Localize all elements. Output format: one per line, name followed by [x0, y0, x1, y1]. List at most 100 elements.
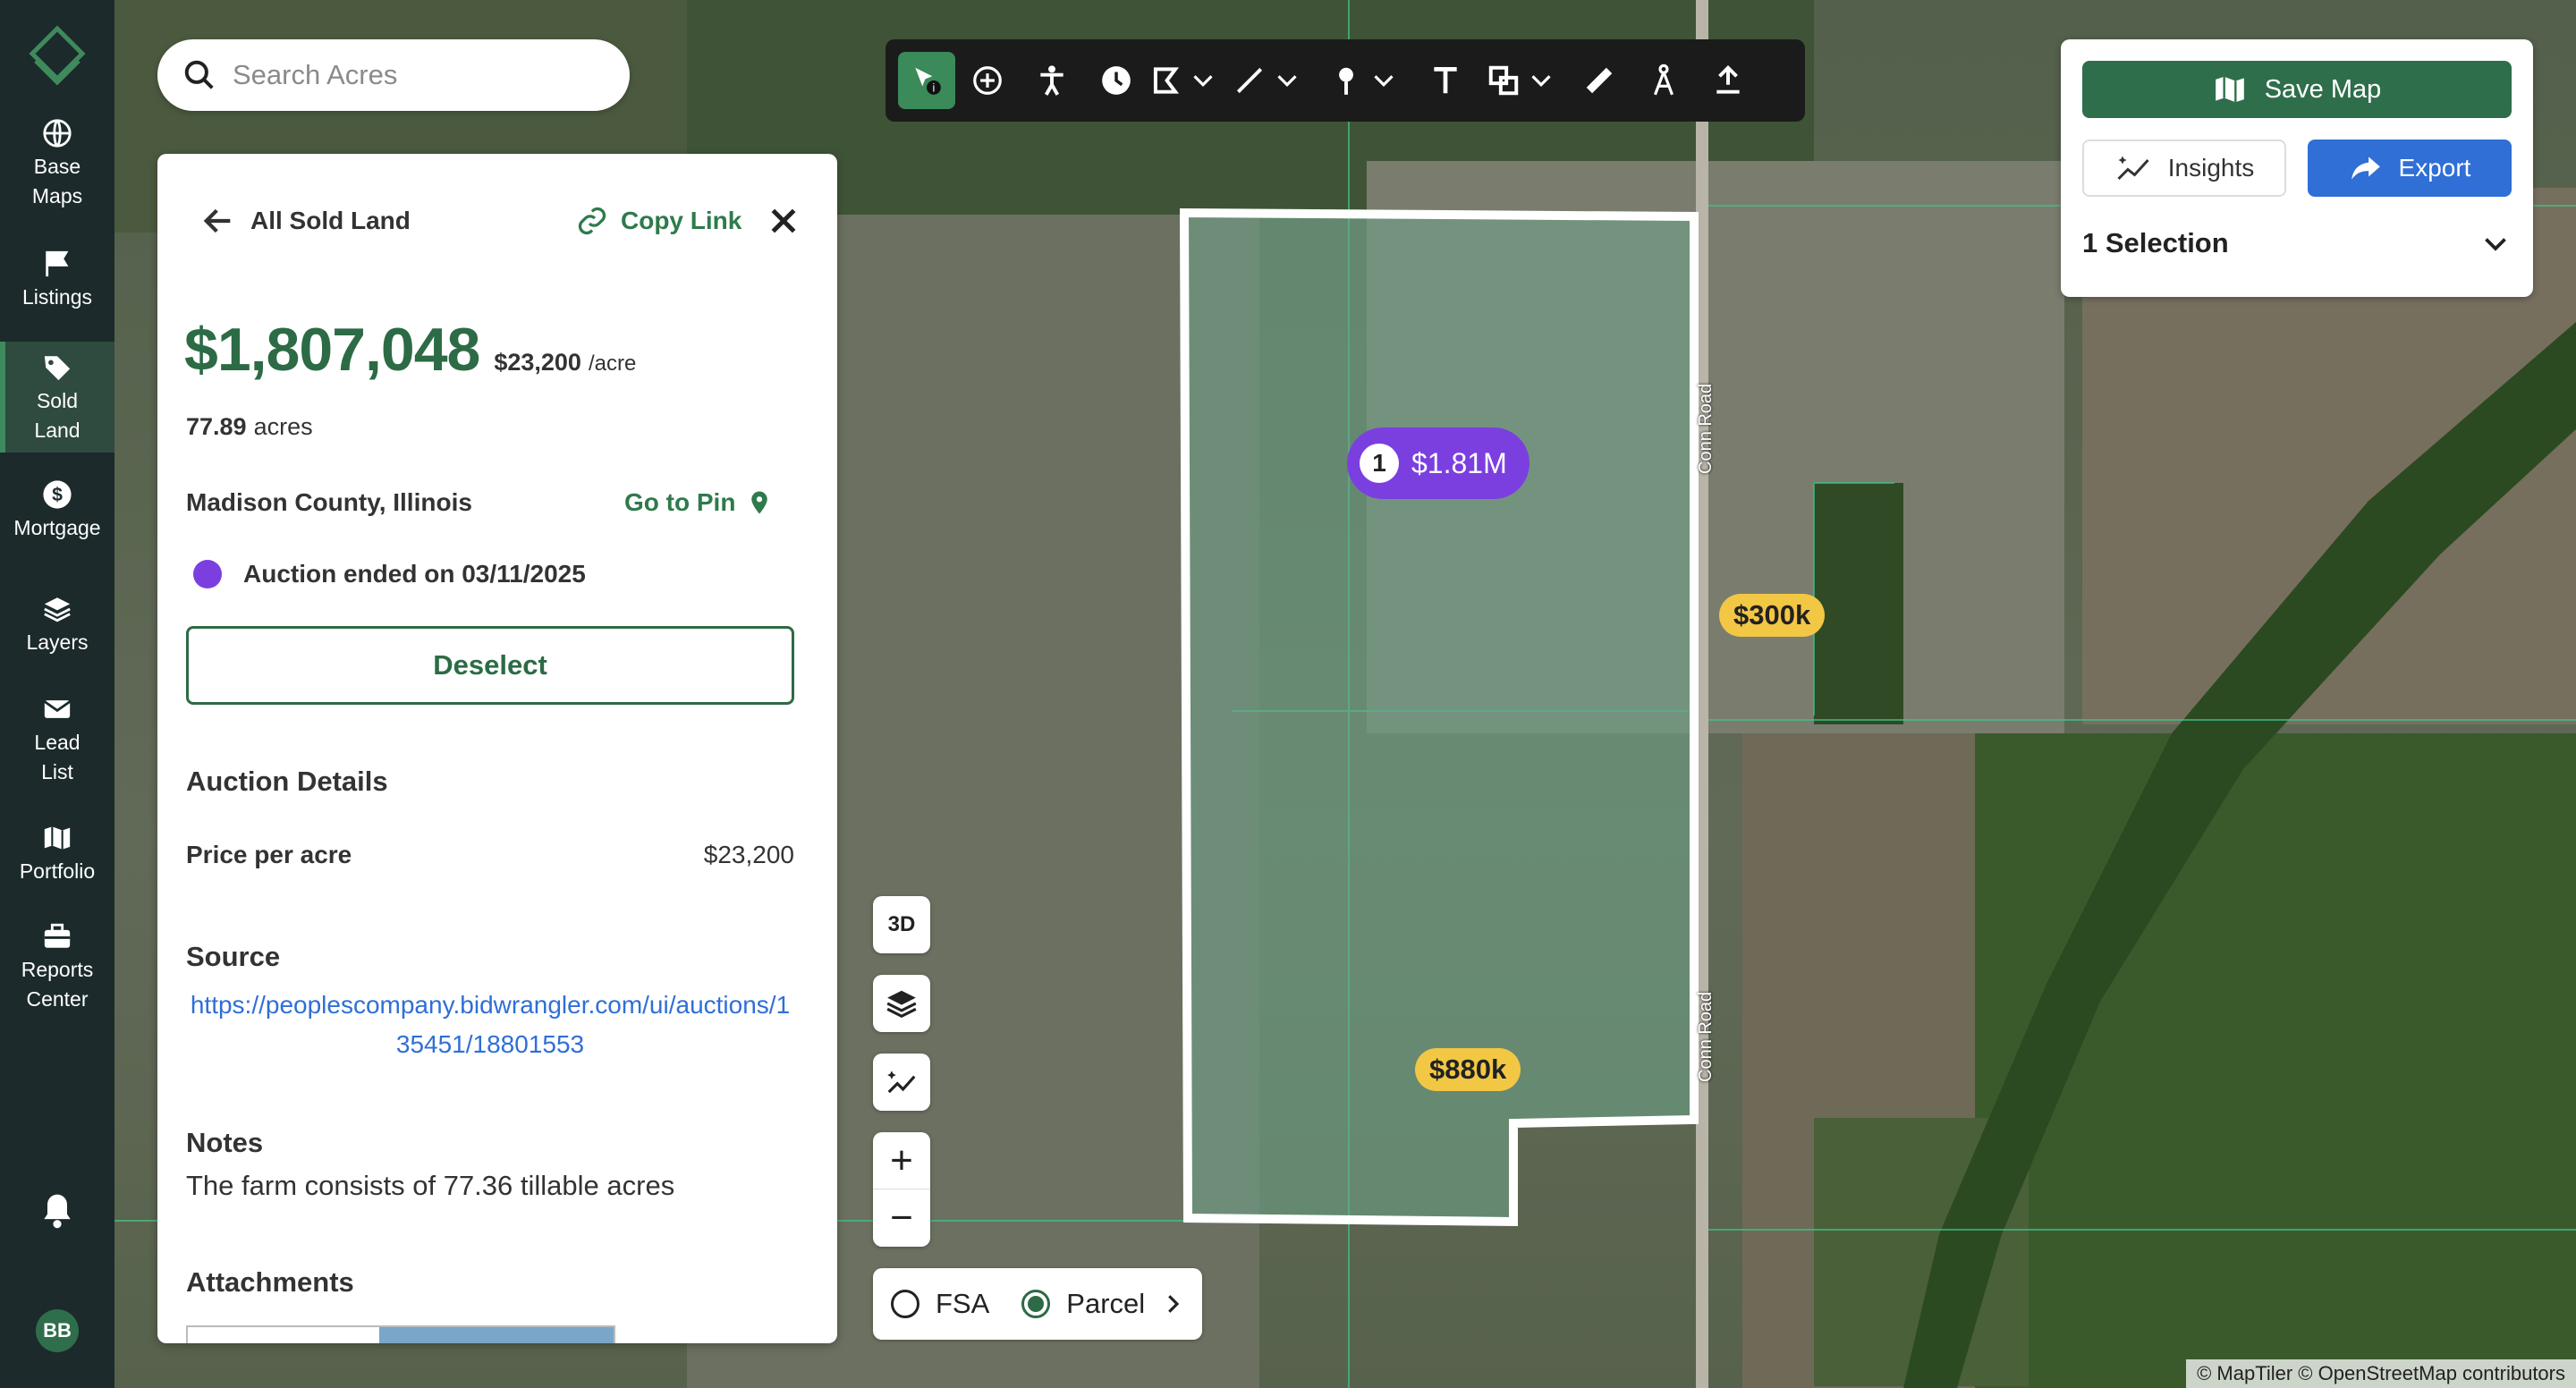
sparkle-chart-icon: [887, 1071, 916, 1094]
deselect-button[interactable]: Deselect: [186, 626, 794, 705]
attachment-thumbnail[interactable]: [186, 1325, 615, 1343]
boundary-layer-switch: FSA Parcel: [873, 1268, 1202, 1340]
sidebar-item-label: Mortgage: [13, 516, 101, 539]
acreage: 77.89 acres: [186, 413, 313, 441]
sidebar-item-portfolio[interactable]: Portfolio: [0, 823, 114, 898]
sidebar-item-listings[interactable]: Listings: [0, 249, 114, 324]
sidebar-item-lead-list[interactable]: Lead List: [0, 694, 114, 798]
insights-label: Insights: [2167, 154, 2255, 182]
export-label: Export: [2398, 154, 2471, 182]
pin-tool[interactable]: [1317, 52, 1413, 109]
select-tool[interactable]: i: [898, 52, 955, 109]
layers-icon: [886, 990, 917, 1019]
3d-toggle-button[interactable]: 3D: [873, 896, 930, 953]
svg-text:i: i: [933, 82, 936, 95]
chevron-down-icon: [1531, 75, 1551, 87]
auction-details-title: Auction Details: [186, 766, 388, 797]
export-button[interactable]: Export: [2308, 140, 2512, 197]
back-to-all-sold-land-link[interactable]: All Sold Land: [200, 203, 411, 239]
fsa-radio[interactable]: [891, 1290, 919, 1318]
sold-land-detail-panel: All Sold Land Copy Link $1,807,048 $23,2…: [157, 154, 837, 1343]
save-map-label: Save Map: [2264, 74, 2382, 104]
drawing-toolbar: i: [886, 39, 1805, 122]
price-pin[interactable]: $300k: [1719, 594, 1826, 637]
app-logo-icon[interactable]: [27, 25, 88, 86]
compass-tool[interactable]: [1631, 52, 1696, 109]
plus-circle-icon: [973, 66, 1002, 95]
map-layers-button[interactable]: [873, 975, 930, 1032]
ruler-icon: [1586, 67, 1613, 94]
copy-link-label: Copy Link: [621, 207, 742, 234]
compass-icon: [1654, 63, 1674, 96]
measure-tool[interactable]: [1567, 52, 1631, 109]
cursor-info-icon: i: [915, 67, 941, 95]
arrow-left-icon: [203, 208, 231, 233]
insights-button[interactable]: Insights: [2082, 140, 2286, 197]
map-pin-icon: [1339, 67, 1353, 95]
price-pin[interactable]: $880k: [1415, 1048, 1521, 1091]
selected-parcel-pin[interactable]: 1 $1.81M: [1347, 427, 1530, 499]
flag-icon: [46, 250, 69, 277]
layers-icon: [44, 597, 71, 622]
location-pin-icon: [751, 491, 768, 514]
person-icon: [1040, 65, 1063, 96]
polygon-tool[interactable]: [1148, 52, 1220, 109]
sidebar-item-base-maps[interactable]: Base Maps: [0, 118, 114, 222]
road-label: Conn Road: [1696, 991, 1716, 1082]
price-per-acre: $23,200: [494, 349, 581, 376]
per-acre-unit: /acre: [588, 351, 637, 376]
dollar-icon: $: [43, 480, 72, 509]
accessibility-tool[interactable]: [1020, 52, 1084, 109]
parcel-label: Parcel: [1066, 1288, 1146, 1319]
map-icon: [2215, 76, 2244, 103]
go-to-pin-label: Go to Pin: [624, 488, 736, 516]
zoom-controls: + −: [873, 1132, 930, 1247]
auction-status: Auction ended on 03/11/2025: [193, 560, 586, 588]
polygon-icon: [1153, 67, 1180, 94]
source-link[interactable]: https://peoplescompany.bidwrangler.com/u…: [186, 986, 794, 1064]
map-icon: [44, 826, 71, 850]
shapes-icon: [1488, 65, 1519, 96]
parcel-option[interactable]: Parcel: [1021, 1288, 1145, 1320]
upload-icon: [1716, 64, 1740, 94]
map-actions-card: Save Map Insights Export 1 Selection: [2061, 39, 2533, 297]
text-tool[interactable]: [1413, 52, 1478, 109]
insights-map-button[interactable]: [873, 1054, 930, 1111]
parcel-radio[interactable]: [1021, 1290, 1051, 1318]
close-icon[interactable]: [766, 203, 801, 239]
price-per-acre-row: Price per acre $23,200: [186, 841, 794, 869]
save-map-button[interactable]: Save Map: [2082, 61, 2512, 118]
selection-label: 1 Selection: [2082, 227, 2229, 258]
history-tool[interactable]: [1084, 52, 1148, 109]
zoom-in-button[interactable]: +: [873, 1132, 930, 1189]
sparkle-chart-icon: [2117, 156, 2149, 181]
map-attribution: © MapTiler © OpenStreetMap contributors: [2186, 1359, 2576, 1388]
sidebar-item-reports-center[interactable]: Reports Center: [0, 921, 114, 1025]
zoom-out-button[interactable]: −: [873, 1189, 930, 1247]
sidebar-item-sold-land[interactable]: Sold Land: [0, 342, 114, 453]
upload-tool[interactable]: [1696, 52, 1760, 109]
link-icon: [578, 207, 606, 235]
go-to-pin-link[interactable]: Go to Pin: [624, 488, 773, 517]
chevron-down-icon: [1374, 75, 1394, 87]
copy-link-button[interactable]: Copy Link: [576, 205, 741, 237]
search-input[interactable]: [231, 58, 606, 92]
back-label: All Sold Land: [250, 207, 411, 234]
add-point-tool[interactable]: [955, 52, 1020, 109]
search-bar[interactable]: [157, 39, 630, 111]
shape-tool[interactable]: [1478, 52, 1567, 109]
bell-icon[interactable]: [38, 1191, 77, 1231]
briefcase-icon: [44, 923, 71, 948]
sidebar-item-mortgage[interactable]: $ Mortgage: [0, 479, 114, 554]
line-tool[interactable]: [1220, 52, 1317, 109]
sidebar-item-label: Lead List: [34, 731, 80, 783]
fsa-option[interactable]: FSA: [891, 1288, 989, 1320]
share-arrow-icon: [2351, 157, 2380, 180]
selection-dropdown[interactable]: 1 Selection: [2082, 225, 2512, 261]
source-title: Source: [186, 941, 281, 972]
tag-icon: [44, 356, 71, 381]
panel-header: All Sold Land Copy Link: [200, 199, 801, 243]
sidebar-item-layers[interactable]: Layers: [0, 594, 114, 669]
avatar[interactable]: BB: [36, 1309, 79, 1352]
chevron-right-icon[interactable]: [1159, 1291, 1186, 1317]
